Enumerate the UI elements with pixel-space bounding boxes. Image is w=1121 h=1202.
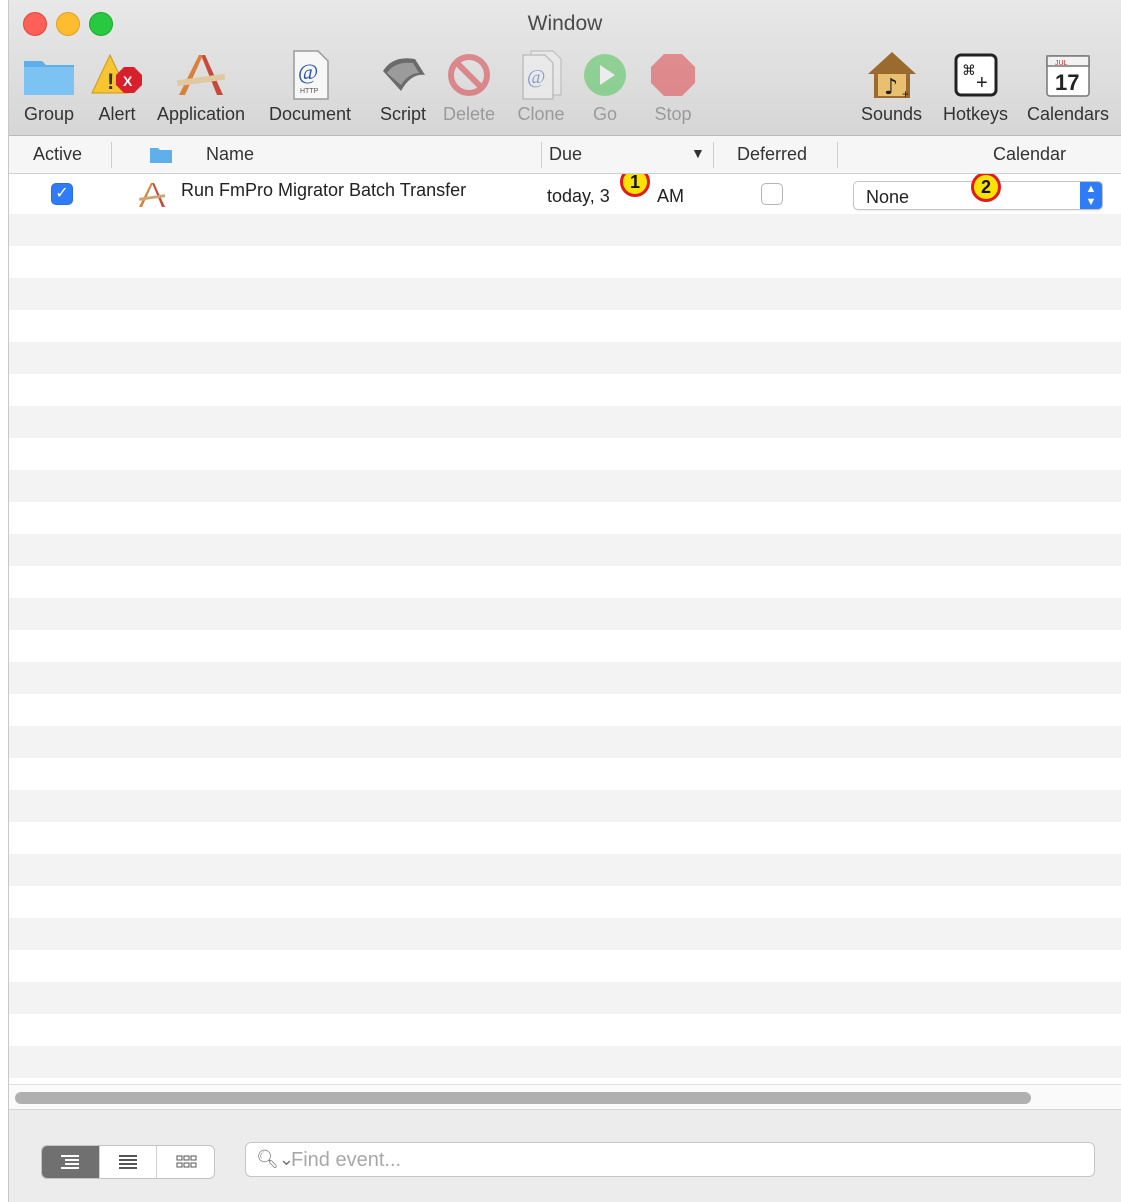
column-header-name[interactable]: Name: [206, 144, 254, 165]
stop-icon: [643, 48, 703, 102]
play-icon: [575, 48, 635, 102]
toolbar-script-button[interactable]: Script: [373, 48, 433, 130]
grid-icon: [176, 1155, 197, 1168]
svg-text:HTTP: HTTP: [300, 88, 319, 95]
toolbar-go-button[interactable]: Go: [575, 48, 635, 130]
svg-text:+: +: [976, 72, 988, 94]
toolbar-document-button[interactable]: @ HTTP Document: [269, 48, 351, 130]
search-icon[interactable]: 🔍︎⌄: [256, 1149, 294, 1170]
chevron-down-icon[interactable]: ▼: [691, 145, 705, 161]
outline-list-icon: [61, 1155, 80, 1169]
table-header: Active Name Due ▼ Deferred Calendar: [9, 136, 1121, 174]
active-checkbox[interactable]: ✓: [51, 183, 73, 205]
event-name: Run FmPro Migrator Batch Transfer: [181, 180, 467, 200]
delete-icon: [439, 48, 499, 102]
toolbar-delete-button[interactable]: Delete: [439, 48, 499, 130]
column-header-active[interactable]: Active: [33, 144, 82, 165]
updown-arrows-icon: ▲ ▼: [1080, 182, 1102, 209]
alert-icon: ! X: [87, 48, 147, 102]
app-window: Window Group ! X Alert Application @ HTT…: [8, 0, 1121, 1202]
svg-text:X: X: [123, 73, 133, 89]
toolbar-group-button[interactable]: Group: [19, 48, 79, 130]
svg-text:@: @: [298, 59, 318, 84]
toolbar-calendars-button[interactable]: JUL 17 Calendars: [1027, 48, 1109, 130]
svg-text:!: !: [107, 69, 114, 94]
toolbar-application-button[interactable]: Application: [157, 48, 245, 130]
search-field[interactable]: 🔍︎⌄ Find event...: [245, 1142, 1095, 1177]
toolbar-stop-button[interactable]: Stop: [643, 48, 703, 130]
folder-icon: [149, 146, 173, 169]
grid-view-button[interactable]: [157, 1146, 214, 1178]
svg-text:@: @: [527, 66, 545, 88]
svg-text:JUL: JUL: [1055, 60, 1068, 67]
horizontal-scrollbar[interactable]: [9, 1084, 1121, 1110]
svg-text:17: 17: [1055, 70, 1079, 95]
toolbar-hotkeys-button[interactable]: ⌘ + Hotkeys: [943, 48, 1008, 130]
view-mode-segmented-control[interactable]: [41, 1145, 215, 1179]
scrollbar-thumb[interactable]: [15, 1092, 1031, 1104]
script-icon: [373, 48, 433, 102]
events-table: ✓ Run FmPro Migrator Batch Transfer toda…: [9, 174, 1121, 1084]
deferred-checkbox[interactable]: [761, 183, 783, 205]
svg-text:⌘: ⌘: [962, 63, 976, 79]
event-due-suffix: AM: [657, 186, 684, 206]
title-toolbar: Window Group ! X Alert Application @ HTT…: [9, 0, 1121, 136]
event-due: today, 3: [547, 186, 610, 206]
folder-icon: [19, 48, 79, 102]
column-header-deferred[interactable]: Deferred: [737, 144, 807, 165]
bottom-bar: 🔍︎⌄ Find event...: [9, 1110, 1121, 1202]
annotation-badge-1: 1: [620, 174, 650, 197]
window-title: Window: [527, 12, 603, 35]
svg-text:+: +: [902, 87, 909, 100]
sounds-icon: ♪ +: [862, 48, 922, 102]
table-row[interactable]: ✓ Run FmPro Migrator Batch Transfer toda…: [9, 174, 1121, 214]
calendar-popup-value: None: [866, 187, 910, 207]
toolbar-sounds-button[interactable]: ♪ + Sounds: [861, 48, 922, 130]
calendar-icon: JUL 17: [1038, 48, 1098, 102]
outline-view-button[interactable]: [42, 1146, 100, 1178]
column-header-due[interactable]: Due: [549, 144, 582, 165]
toolbar-alert-button[interactable]: ! X Alert: [87, 48, 147, 130]
list-view-button[interactable]: [100, 1146, 158, 1178]
application-icon: [171, 48, 231, 102]
application-icon: [137, 181, 167, 214]
hotkeys-icon: ⌘ +: [946, 48, 1006, 102]
svg-text:♪: ♪: [884, 75, 898, 100]
clone-icon: @: [511, 48, 571, 102]
column-header-calendar[interactable]: Calendar: [993, 144, 1066, 165]
search-placeholder: Find event...: [291, 1149, 402, 1171]
list-icon: [119, 1155, 137, 1169]
toolbar-clone-button[interactable]: @ Clone: [511, 48, 571, 130]
document-icon: @ HTTP: [280, 48, 340, 102]
